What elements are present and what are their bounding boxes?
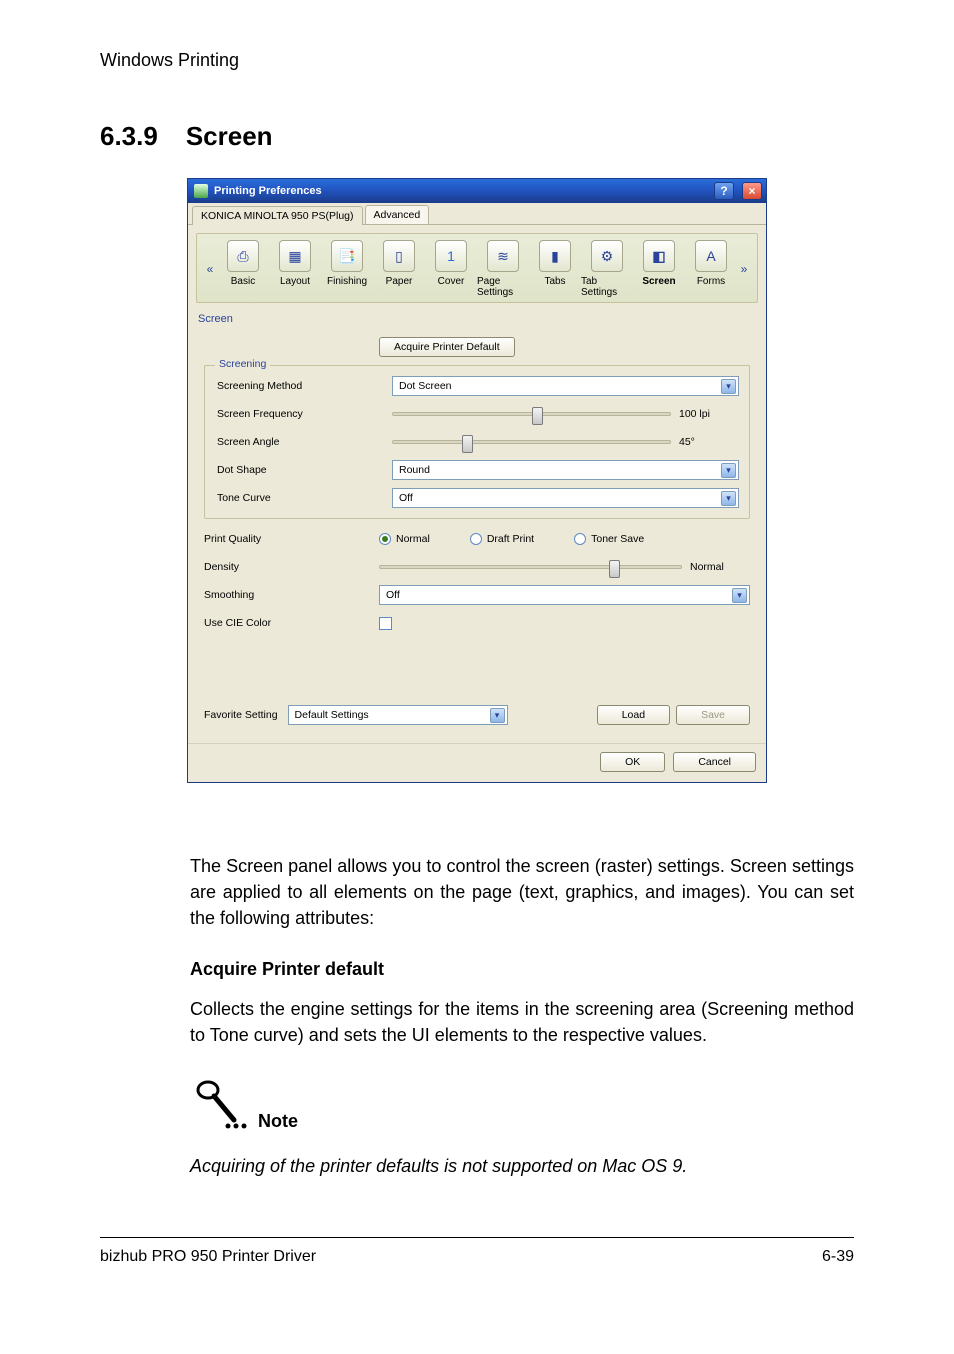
favorite-setting-row: Favorite Setting Default Settings ▾ Load… xyxy=(196,699,758,735)
screening-legend: Screening xyxy=(215,358,270,370)
help-button[interactable]: ? xyxy=(714,182,734,200)
chevron-down-icon: ▾ xyxy=(721,491,736,506)
screen-angle-value: 45° xyxy=(679,436,739,448)
screen-frequency-slider[interactable] xyxy=(392,412,671,416)
screening-method-label: Screening Method xyxy=(217,380,392,392)
panel-title: Screen xyxy=(198,313,756,325)
tab-layout[interactable]: ▦Layout xyxy=(269,240,321,298)
screen-frequency-value: 100 lpi xyxy=(679,408,739,420)
density-label: Density xyxy=(204,561,379,573)
subheading-acquire: Acquire Printer default xyxy=(190,959,854,980)
paragraph-1: The Screen panel allows you to control t… xyxy=(190,853,854,931)
section-heading: 6.3.9 Screen xyxy=(100,121,854,152)
smoothing-label: Smoothing xyxy=(204,589,379,601)
dot-shape-label: Dot Shape xyxy=(217,464,392,476)
favorite-setting-select[interactable]: Default Settings ▾ xyxy=(288,705,508,725)
chevron-down-icon: ▾ xyxy=(721,379,736,394)
favorite-setting-label: Favorite Setting xyxy=(204,709,278,721)
footer-right: 6-39 xyxy=(822,1248,854,1266)
tab-page-settings[interactable]: ≋Page Settings xyxy=(477,240,529,298)
acquire-printer-default-button[interactable]: Acquire Printer Default xyxy=(379,337,515,357)
tab-tabs[interactable]: ▮Tabs xyxy=(529,240,581,298)
cie-color-label: Use CIE Color xyxy=(204,617,379,629)
tab-basic[interactable]: ⎙Basic xyxy=(217,240,269,298)
dialog-title: Printing Preferences xyxy=(214,185,322,197)
chevron-down-icon: ▾ xyxy=(732,588,747,603)
chevron-down-icon: ▾ xyxy=(721,463,736,478)
density-value: Normal xyxy=(690,561,750,573)
note-label: Note xyxy=(258,1111,298,1136)
footer-left: bizhub PRO 950 Printer Driver xyxy=(100,1248,316,1266)
cie-color-checkbox[interactable] xyxy=(379,617,392,630)
subtab-advanced[interactable]: Advanced xyxy=(365,205,430,224)
load-button[interactable]: Load xyxy=(597,705,670,725)
scroll-left-icon[interactable]: « xyxy=(203,262,217,276)
screen-frequency-label: Screen Frequency xyxy=(217,408,392,420)
screen-angle-slider[interactable] xyxy=(392,440,671,444)
screen-angle-label: Screen Angle xyxy=(217,436,392,448)
icon-tab-strip: « ⎙Basic ▦Layout 📑Finishing ▯Paper 1Cove… xyxy=(196,233,758,303)
tab-cover[interactable]: 1Cover xyxy=(425,240,477,298)
subtab-strip: KONICA MINOLTA 950 PS(Plug) Advanced xyxy=(188,203,766,225)
save-button[interactable]: Save xyxy=(676,705,750,725)
tab-tab-settings[interactable]: ⚙Tab Settings xyxy=(581,240,633,298)
print-quality-toner-radio[interactable]: Toner Save xyxy=(574,533,644,545)
print-quality-label: Print Quality xyxy=(204,533,379,545)
print-quality-draft-radio[interactable]: Draft Print xyxy=(470,533,534,545)
ok-button[interactable]: OK xyxy=(600,752,665,772)
smoothing-select[interactable]: Off ▾ xyxy=(379,585,750,605)
tone-curve-label: Tone Curve xyxy=(217,492,392,504)
screening-method-select[interactable]: Dot Screen ▾ xyxy=(392,376,739,396)
heading-number: 6.3.9 xyxy=(100,121,158,152)
printer-icon xyxy=(194,184,208,198)
tone-curve-select[interactable]: Off ▾ xyxy=(392,488,739,508)
paragraph-2: Collects the engine settings for the ite… xyxy=(190,996,854,1048)
dot-shape-select[interactable]: Round ▾ xyxy=(392,460,739,480)
screening-group: Screening Screening Method Dot Screen ▾ xyxy=(204,365,750,519)
chevron-down-icon: ▾ xyxy=(490,708,505,723)
page-footer: bizhub PRO 950 Printer Driver 6-39 xyxy=(100,1237,854,1266)
tab-screen[interactable]: ◧Screen xyxy=(633,240,685,298)
subtab-printer[interactable]: KONICA MINOLTA 950 PS(Plug) xyxy=(192,206,363,225)
heading-title: Screen xyxy=(186,121,273,152)
tab-forms[interactable]: AForms xyxy=(685,240,737,298)
close-button[interactable]: × xyxy=(742,182,762,200)
note-text: Acquiring of the printer defaults is not… xyxy=(190,1156,854,1177)
titlebar: Printing Preferences ? × xyxy=(188,179,766,203)
tab-paper[interactable]: ▯Paper xyxy=(373,240,425,298)
printing-preferences-dialog: Printing Preferences ? × KONICA MINOLTA … xyxy=(187,178,767,783)
scroll-right-icon[interactable]: » xyxy=(737,262,751,276)
note-icon xyxy=(190,1076,250,1136)
running-header: Windows Printing xyxy=(100,50,854,71)
cancel-button[interactable]: Cancel xyxy=(673,752,756,772)
density-slider[interactable] xyxy=(379,565,682,569)
print-quality-normal-radio[interactable]: Normal xyxy=(379,533,430,545)
tab-finishing[interactable]: 📑Finishing xyxy=(321,240,373,298)
